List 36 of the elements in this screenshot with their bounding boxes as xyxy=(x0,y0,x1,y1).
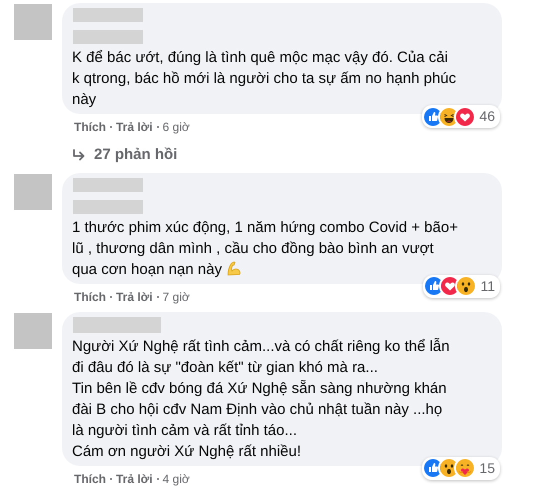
action-link[interactable]: Thích xyxy=(74,470,106,488)
reactions-summary[interactable]: 15 xyxy=(422,456,500,480)
avatar-placeholder xyxy=(14,174,52,210)
redacted-name xyxy=(73,178,143,192)
redacted-name xyxy=(73,30,143,44)
action-link[interactable]: Trả lời xyxy=(116,470,153,488)
action-link[interactable]: Thích xyxy=(74,288,106,306)
like-reaction-icon xyxy=(424,459,442,477)
comment-text: Người Xứ Nghệ rất tình cảm...và có chất riêng ko thể lẫn đi đâu đó là sự "đoàn kết" từ gian khó mà ra... xyxy=(72,336,451,378)
laughing-face-icon xyxy=(440,108,458,126)
action-link[interactable]: Trả lời xyxy=(116,288,153,306)
action-link[interactable]: Thích xyxy=(74,118,106,136)
redacted-name xyxy=(73,200,143,214)
timestamp-link[interactable]: 4 giờ xyxy=(162,470,190,488)
heart-reaction-icon xyxy=(441,277,460,295)
comment-text: Cám ơn người Xứ Nghệ rất nhiều! xyxy=(72,442,302,462)
redacted-name xyxy=(73,8,143,22)
comment-text: Tin bên lề cđv bóng đá Xứ Nghệ sẵn sàng nhường khán đài B cho hội cđv Nam Định vào chủ nhật tuần này ...họ là người tình cảm và rất tỉnh táo... xyxy=(72,378,448,440)
avatar-placeholder xyxy=(14,4,52,40)
action-link[interactable]: Trả lời xyxy=(116,118,153,136)
reactions-summary[interactable]: 11 xyxy=(423,274,500,298)
surprised-face-icon xyxy=(440,459,458,477)
reaction-count: 11 xyxy=(480,276,495,296)
heart-reaction-icon xyxy=(456,108,474,126)
timestamp-link[interactable]: 7 giờ xyxy=(162,288,190,306)
view-replies-link[interactable]: 27 phản hồi xyxy=(72,144,502,166)
timestamp-link[interactable]: 6 giờ xyxy=(162,118,190,136)
reply-arrow-icon xyxy=(72,149,86,162)
reactions-summary[interactable]: 46 xyxy=(422,105,500,128)
reaction-count: 46 xyxy=(479,107,495,126)
like-reaction-icon xyxy=(425,277,444,295)
surprised-face-icon xyxy=(457,277,476,295)
hugging-face-icon xyxy=(456,459,474,477)
like-reaction-icon xyxy=(424,108,442,126)
reaction-count: 15 xyxy=(479,458,495,478)
avatar-placeholder xyxy=(14,312,52,348)
